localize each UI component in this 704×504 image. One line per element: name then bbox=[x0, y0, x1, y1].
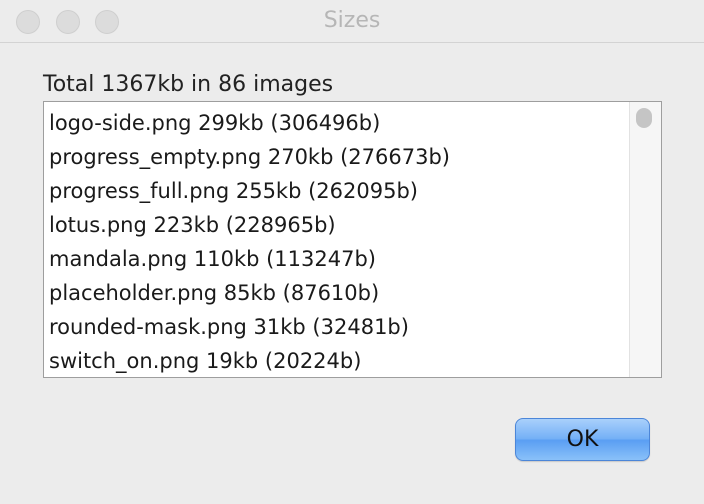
window-title: Sizes bbox=[323, 8, 381, 33]
scrollbar-thumb[interactable] bbox=[636, 108, 652, 128]
list-item[interactable]: mandala.png 110kb (113247b) bbox=[49, 242, 450, 276]
title-bar: Sizes bbox=[0, 0, 704, 43]
list-item[interactable]: lotus.png 223kb (228965b) bbox=[49, 208, 450, 242]
vertical-scrollbar[interactable] bbox=[629, 102, 661, 377]
list-item[interactable]: placeholder.png 85kb (87610b) bbox=[49, 276, 450, 310]
sizes-dialog: Sizes Total 1367kb in 86 images logo-sid… bbox=[0, 0, 704, 504]
list-item[interactable]: progress_empty.png 270kb (276673b) bbox=[49, 140, 450, 174]
file-size-list[interactable]: logo-side.png 299kb (306496b) progress_e… bbox=[43, 101, 662, 378]
list-item[interactable]: rounded-mask.png 31kb (32481b) bbox=[49, 310, 450, 344]
list-item[interactable]: logo-side.png 299kb (306496b) bbox=[49, 106, 450, 140]
list-item[interactable]: switch_on.png 19kb (20224b) bbox=[49, 344, 450, 377]
list-item[interactable]: progress_full.png 255kb (262095b) bbox=[49, 174, 450, 208]
summary-label: Total 1367kb in 86 images bbox=[43, 72, 334, 97]
ok-button[interactable]: OK bbox=[515, 418, 650, 461]
file-list-items: logo-side.png 299kb (306496b) progress_e… bbox=[49, 106, 450, 377]
